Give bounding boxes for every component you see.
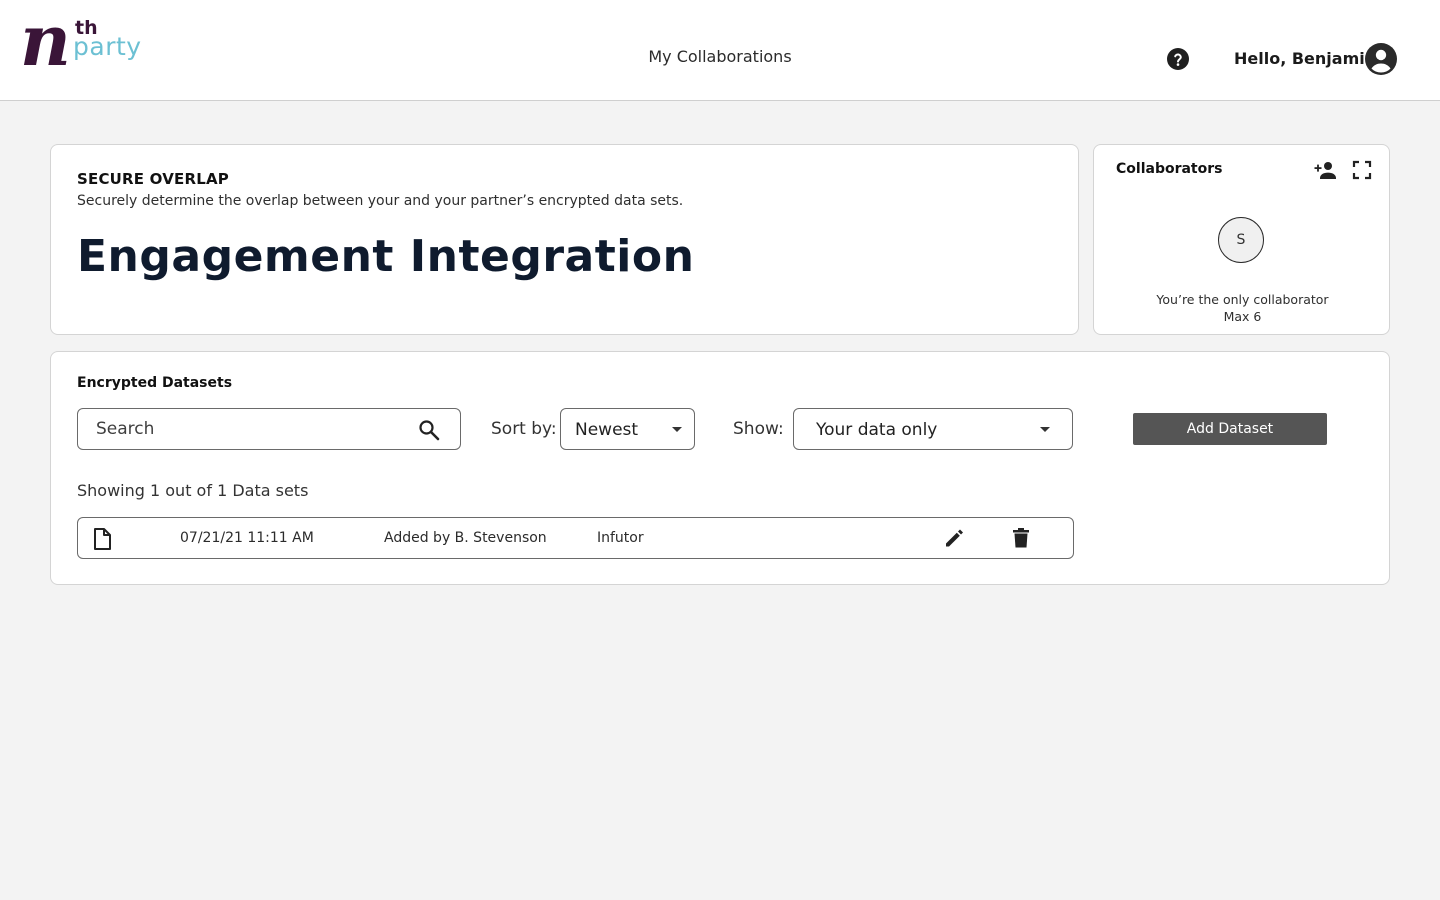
collaboration-overview-card: SECURE OVERLAP Securely determine the ov… bbox=[50, 144, 1079, 335]
dataset-date: 07/21/21 11:11 AM bbox=[180, 530, 314, 546]
add-dataset-button[interactable]: Add Dataset bbox=[1133, 413, 1327, 445]
dataset-search bbox=[77, 408, 461, 450]
top-header: n th party My Collaborations Hello, Benj… bbox=[0, 0, 1440, 101]
dataset-source: Infutor bbox=[597, 530, 644, 546]
trash-icon[interactable] bbox=[1011, 527, 1031, 549]
sort-select-value: Newest bbox=[575, 420, 639, 440]
search-input[interactable] bbox=[78, 409, 418, 449]
nth-party-logo[interactable]: n th party bbox=[20, 6, 150, 80]
collaboration-type-label: SECURE OVERLAP bbox=[77, 170, 229, 188]
logo-party: party bbox=[73, 32, 142, 61]
collaborator-avatar-initial: S bbox=[1236, 232, 1246, 248]
collaborators-card: Collaborators S You’re the only collabor… bbox=[1093, 144, 1390, 335]
dataset-added-by: Added by B. Stevenson bbox=[384, 530, 547, 546]
show-select-value: Your data only bbox=[816, 420, 938, 440]
collaborators-note-line1: You’re the only collaborator bbox=[1156, 292, 1329, 307]
user-greeting: Hello, Benjamin bbox=[1234, 49, 1377, 68]
sort-select[interactable]: Newest bbox=[560, 408, 695, 450]
collaborators-title: Collaborators bbox=[1116, 161, 1223, 177]
encrypted-datasets-card: Encrypted Datasets Sort by: Newest Show:… bbox=[50, 351, 1390, 585]
logo-n: n bbox=[20, 0, 71, 82]
account-circle-icon[interactable] bbox=[1363, 41, 1399, 77]
caret-down-icon bbox=[672, 427, 682, 432]
collaborators-note-line2: Max 6 bbox=[1223, 309, 1262, 324]
fullscreen-icon[interactable] bbox=[1352, 160, 1372, 180]
collaborator-avatar[interactable]: S bbox=[1218, 217, 1264, 263]
search-icon[interactable] bbox=[418, 419, 440, 441]
collaboration-type-description: Securely determine the overlap between y… bbox=[77, 193, 684, 209]
edit-pencil-icon[interactable] bbox=[943, 527, 965, 549]
collaboration-title: Engagement Integration bbox=[77, 231, 695, 282]
encrypted-datasets-title: Encrypted Datasets bbox=[77, 375, 233, 391]
show-label: Show: bbox=[733, 419, 784, 439]
file-icon bbox=[94, 528, 111, 550]
add-person-icon[interactable] bbox=[1314, 159, 1338, 181]
nav-my-collaborations[interactable]: My Collaborations bbox=[600, 47, 840, 66]
collaborators-note: You’re the only collaborator Max 6 bbox=[1094, 291, 1391, 325]
dataset-row[interactable]: 07/21/21 11:11 AM Added by B. Stevenson … bbox=[77, 517, 1074, 559]
show-select[interactable]: Your data only bbox=[793, 408, 1073, 450]
caret-down-icon bbox=[1040, 427, 1050, 432]
help-circle-icon[interactable] bbox=[1166, 47, 1190, 71]
results-count: Showing 1 out of 1 Data sets bbox=[77, 481, 309, 500]
sort-label: Sort by: bbox=[491, 419, 557, 439]
